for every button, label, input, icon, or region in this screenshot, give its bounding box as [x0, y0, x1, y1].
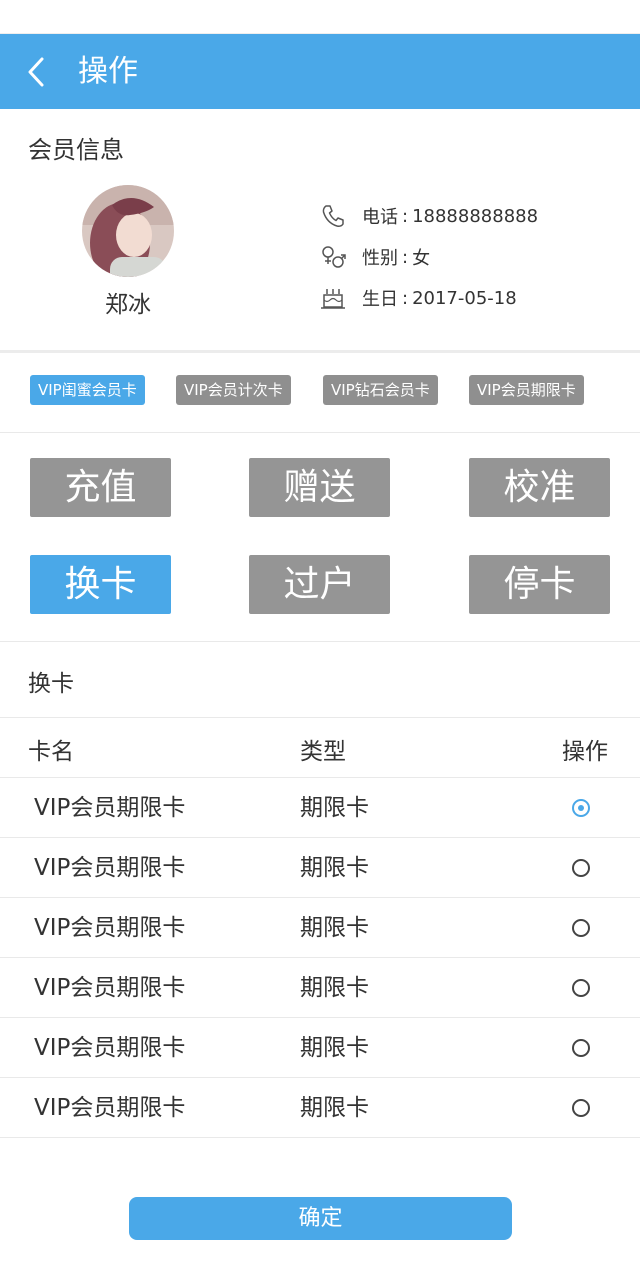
card-type-cell: 期限卡: [300, 975, 369, 1001]
table-top-divider: [0, 717, 640, 718]
phone-icon: [322, 205, 344, 227]
gender-row: 性别 : 女: [320, 242, 430, 272]
confirm-button[interactable]: 确定: [129, 1197, 512, 1240]
gift-button[interactable]: 赠送: [249, 458, 390, 517]
transfer-button[interactable]: 过户: [249, 555, 390, 614]
card-name-cell: VIP会员期限卡: [34, 855, 186, 881]
table-row[interactable]: VIP会员期限卡 期限卡: [0, 958, 640, 1018]
table-row[interactable]: VIP会员期限卡 期限卡: [0, 1078, 640, 1138]
select-radio[interactable]: [572, 1039, 590, 1057]
change-card-button[interactable]: 换卡: [30, 555, 171, 614]
status-bar: [0, 0, 640, 34]
table-row[interactable]: VIP会员期限卡 期限卡: [0, 838, 640, 898]
column-header-type: 类型: [300, 739, 346, 765]
phone-label: 电话: [362, 207, 398, 228]
member-info-title: 会员信息: [28, 136, 124, 164]
card-tag-3[interactable]: VIP会员期限卡: [469, 375, 584, 405]
select-radio[interactable]: [572, 1099, 590, 1117]
card-tag-2[interactable]: VIP钻石会员卡: [323, 375, 438, 405]
select-radio[interactable]: [572, 979, 590, 997]
card-tag-0[interactable]: VIP闺蜜会员卡: [30, 375, 145, 405]
recharge-button[interactable]: 充值: [30, 458, 171, 517]
birthday-cake-icon: [321, 289, 345, 309]
card-type-cell: 期限卡: [300, 915, 369, 941]
avatar: [82, 185, 174, 277]
card-type-cell: 期限卡: [300, 855, 369, 881]
column-header-action: 操作: [562, 739, 608, 765]
select-radio[interactable]: [572, 919, 590, 937]
ops-divider: [0, 641, 640, 642]
card-type-cell: 期限卡: [300, 795, 369, 821]
birthday-value: 2017-05-18: [412, 287, 517, 309]
card-type-cell: 期限卡: [300, 1035, 369, 1061]
gender-icon: [322, 246, 346, 268]
exchange-title: 换卡: [28, 671, 74, 697]
phone-separator: :: [402, 205, 409, 227]
gender-label: 性别: [362, 248, 398, 269]
card-type-cell: 期限卡: [300, 1095, 369, 1121]
header-bar: 操作: [0, 34, 640, 109]
page-title: 操作: [78, 54, 138, 89]
select-radio[interactable]: [572, 799, 590, 817]
tags-divider: [0, 432, 640, 433]
card-tag-1[interactable]: VIP会员计次卡: [176, 375, 291, 405]
gender-separator: :: [402, 246, 409, 268]
member-name: 郑冰: [105, 292, 151, 318]
calibrate-button[interactable]: 校准: [469, 458, 610, 517]
phone-value: 18888888888: [412, 205, 539, 227]
chevron-left-icon[interactable]: [18, 52, 58, 92]
card-name-cell: VIP会员期限卡: [34, 915, 186, 941]
card-name-cell: VIP会员期限卡: [34, 1035, 186, 1061]
section-divider: [0, 350, 640, 353]
card-name-cell: VIP会员期限卡: [34, 975, 186, 1001]
table-row[interactable]: VIP会员期限卡 期限卡: [0, 778, 640, 838]
birthday-separator: :: [402, 287, 409, 309]
card-name-cell: VIP会员期限卡: [34, 1095, 186, 1121]
card-name-cell: VIP会员期限卡: [34, 795, 186, 821]
birthday-label: 生日: [362, 289, 398, 310]
gender-value: 女: [412, 248, 431, 269]
avatar-image: [82, 185, 174, 277]
birthday-row: 生日 : 2017-05-18: [320, 283, 517, 313]
select-radio[interactable]: [572, 859, 590, 877]
phone-row: 电话 : 18888888888: [320, 201, 538, 231]
table-row[interactable]: VIP会员期限卡 期限卡: [0, 1018, 640, 1078]
table-row[interactable]: VIP会员期限卡 期限卡: [0, 898, 640, 958]
column-header-name: 卡名: [28, 739, 74, 765]
stop-card-button[interactable]: 停卡: [469, 555, 610, 614]
